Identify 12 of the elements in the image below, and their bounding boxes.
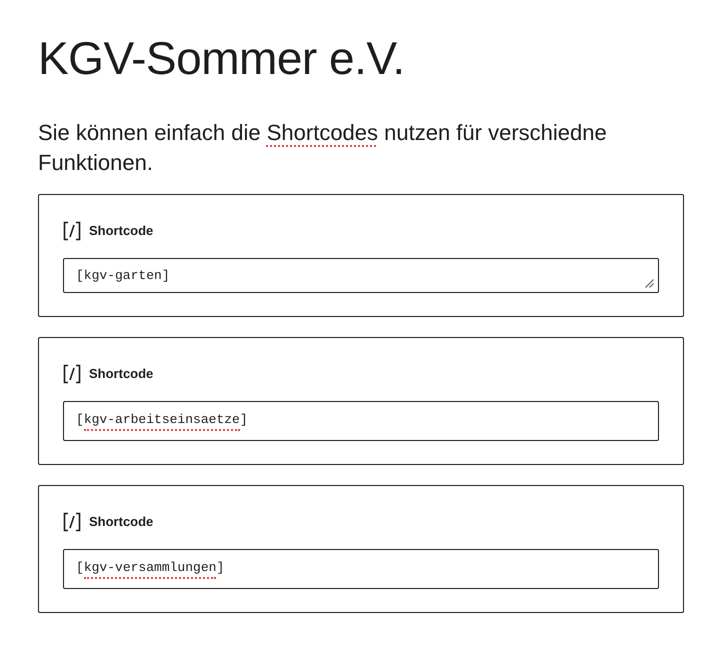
bracket-slash-icon [63,221,81,241]
block-label: Shortcode [89,365,154,384]
resize-handle-icon[interactable] [645,279,654,288]
block-label: Shortcode [89,513,154,532]
textarea-field[interactable]: [kgv-garten] [63,258,659,293]
block-label: Shortcode [89,222,154,240]
page-title: KGV-Sommer e.V. [38,31,406,86]
intro-paragraph: Sie können einfach die Shortcodes nutzen für verschiedne Funktionen. [38,119,608,177]
bracket-slash-icon [63,364,81,384]
input-field[interactable]: [kgv-versammlungen] [63,549,659,589]
bracket-slash-icon [63,512,81,532]
input-field[interactable]: [kgv-arbeitseinsaetze] [63,401,659,441]
